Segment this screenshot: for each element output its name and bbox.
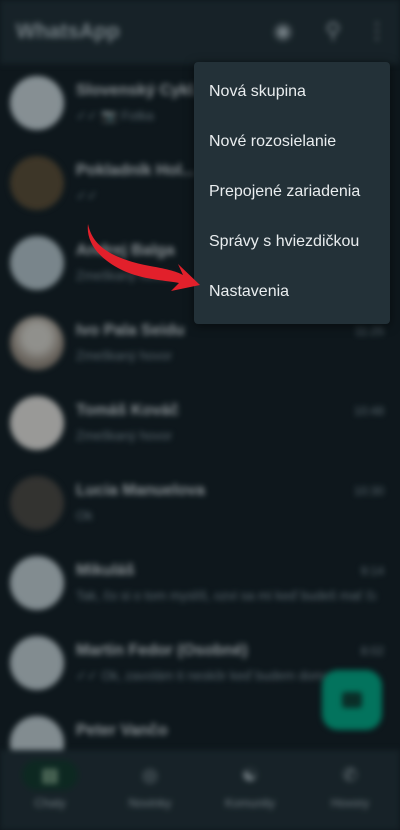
menu-item-new-group[interactable]: Nová skupina: [194, 67, 390, 117]
menu-item-starred-messages[interactable]: Správy s hviezdičkou: [194, 217, 390, 267]
menu-item-new-broadcast[interactable]: Nové rozosielanie: [194, 117, 390, 167]
menu-item-settings[interactable]: Nastavenia: [194, 267, 390, 317]
menu-item-linked-devices[interactable]: Prepojené zariadenia: [194, 167, 390, 217]
overflow-menu: Nová skupina Nové rozosielanie Prepojené…: [194, 62, 390, 324]
